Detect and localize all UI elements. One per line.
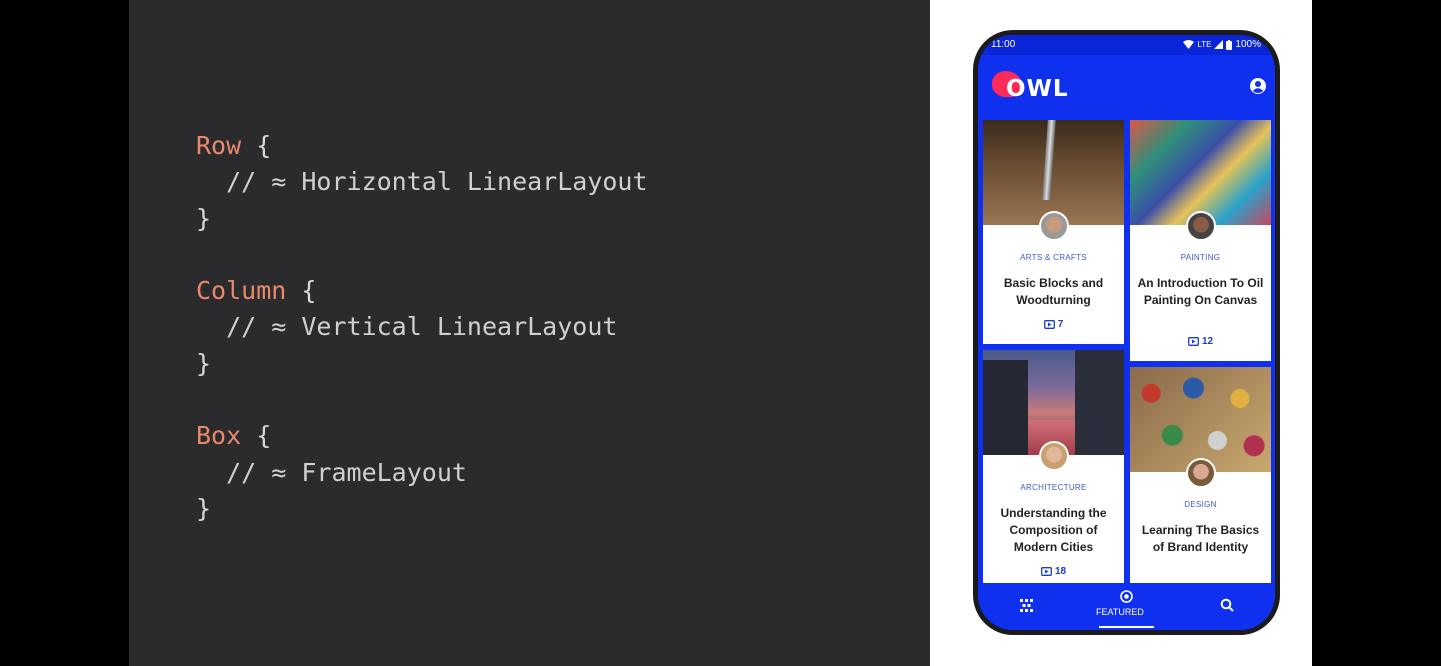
box-close-brace: } [196, 493, 212, 523]
card-title: Basic Blocks and Woodturning [1003, 276, 1104, 307]
row-comment: // ≈ Horizontal LinearLayout [196, 167, 648, 197]
owl-logo: OWL [992, 71, 1082, 107]
bottom-navigation: FEATURED [978, 583, 1275, 630]
code-slide: Row { // ≈ Horizontal LinearLayout } Col… [129, 0, 930, 666]
status-bar: 11:00 LTE 100% [978, 35, 1275, 55]
column-close-brace: } [196, 348, 212, 378]
phone-panel: 11:00 LTE 100% OWL ARTS & CRAFTS Basic B… [930, 0, 1312, 666]
code-block: Row { // ≈ Horizontal LinearLayout } Col… [196, 128, 648, 527]
status-icons: LTE 100% [1183, 39, 1261, 50]
row-close-brace: } [196, 203, 212, 233]
column-comment: // ≈ Vertical LinearLayout [196, 312, 618, 342]
play-box-icon [1187, 337, 1199, 346]
card-count-value: 18 [1054, 566, 1067, 577]
course-image [1130, 120, 1271, 225]
phone-frame: 11:00 LTE 100% OWL ARTS & CRAFTS Basic B… [973, 30, 1280, 635]
play-box-icon [1040, 567, 1052, 576]
instructor-avatar [1186, 458, 1216, 488]
instructor-avatar [1039, 211, 1069, 241]
card-title: Understanding the Composition of Modern … [1000, 506, 1107, 554]
course-image [983, 350, 1124, 455]
box-comment: // ≈ FrameLayout [196, 457, 467, 487]
battery-label: 100% [1235, 39, 1261, 50]
card-count-value: 7 [1057, 319, 1064, 330]
course-image [1130, 367, 1271, 472]
network-label: LTE [1197, 40, 1212, 49]
signal-icon [1214, 40, 1224, 49]
card-count: 18 [983, 566, 1124, 577]
featured-tab-indicator [1099, 626, 1154, 628]
featured-icon[interactable] [1120, 590, 1133, 603]
card-title: An Introduction To Oil Painting On Canva… [1137, 276, 1264, 307]
column-open-brace: { [286, 276, 317, 306]
account-circle-icon[interactable] [1250, 78, 1266, 94]
card-count: 7 [983, 319, 1124, 330]
wifi-icon [1183, 40, 1195, 49]
row-keyword: Row [196, 131, 242, 160]
play-box-icon [1043, 320, 1055, 329]
box-keyword: Box [196, 421, 242, 451]
search-icon[interactable] [1220, 598, 1234, 612]
card-count-value: 12 [1201, 336, 1214, 347]
course-card[interactable]: ARCHITECTURE Understanding the Compositi… [983, 350, 1124, 583]
box-open-brace: { [241, 421, 272, 451]
course-image [983, 120, 1124, 225]
featured-tab-label[interactable]: FEATURED [1096, 607, 1144, 617]
instructor-avatar [1039, 441, 1069, 471]
app-name: OWL [1006, 76, 1069, 102]
card-count: 12 [1130, 336, 1271, 347]
skyline-left-shape [983, 360, 1028, 455]
skyline-right-shape [1075, 350, 1124, 455]
column-keyword: Column [196, 276, 287, 306]
card-category: DESIGN [1184, 500, 1217, 509]
course-card[interactable]: ARTS & CRAFTS Basic Blocks and Woodturni… [983, 120, 1124, 344]
status-time: 11:00 [991, 39, 1016, 50]
drill-bit-shape [1042, 120, 1056, 200]
battery-icon [1226, 39, 1233, 50]
phone-screen: 11:00 LTE 100% OWL ARTS & CRAFTS Basic B… [978, 35, 1275, 630]
card-category: PAINTING [1180, 253, 1221, 262]
grid-icon[interactable] [1020, 599, 1033, 612]
card-category: ARCHITECTURE [1020, 483, 1087, 492]
instructor-avatar [1186, 211, 1216, 241]
course-card[interactable]: DESIGN Learning The Basics of Brand Iden… [1130, 367, 1271, 583]
row-open-brace: { [241, 131, 272, 160]
card-title: Learning The Basics of Brand Identity [1141, 523, 1260, 554]
card-category: ARTS & CRAFTS [1020, 253, 1087, 262]
course-card[interactable]: PAINTING An Introduction To Oil Painting… [1130, 120, 1271, 361]
